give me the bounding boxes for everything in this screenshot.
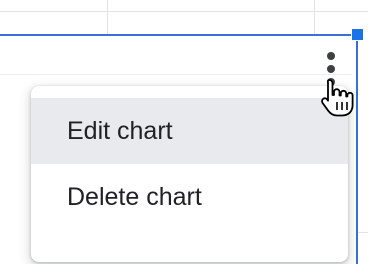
grid-line	[0, 11, 368, 12]
chart-context-menu: Edit chart Delete chart	[31, 86, 348, 262]
hand-pointer-icon	[321, 79, 354, 117]
menu-item-delete-chart[interactable]: Delete chart	[31, 164, 348, 230]
chart-divider	[0, 74, 352, 75]
menu-item-label: Delete chart	[67, 182, 202, 211]
grid-line	[107, 0, 108, 34]
menu-item-edit-chart[interactable]: Edit chart	[31, 98, 348, 164]
menu-dot	[327, 65, 335, 73]
grid-line	[314, 0, 315, 34]
chart-resize-handle[interactable]	[351, 28, 364, 41]
menu-dot	[327, 52, 335, 60]
menu-item-label: Edit chart	[67, 116, 173, 145]
